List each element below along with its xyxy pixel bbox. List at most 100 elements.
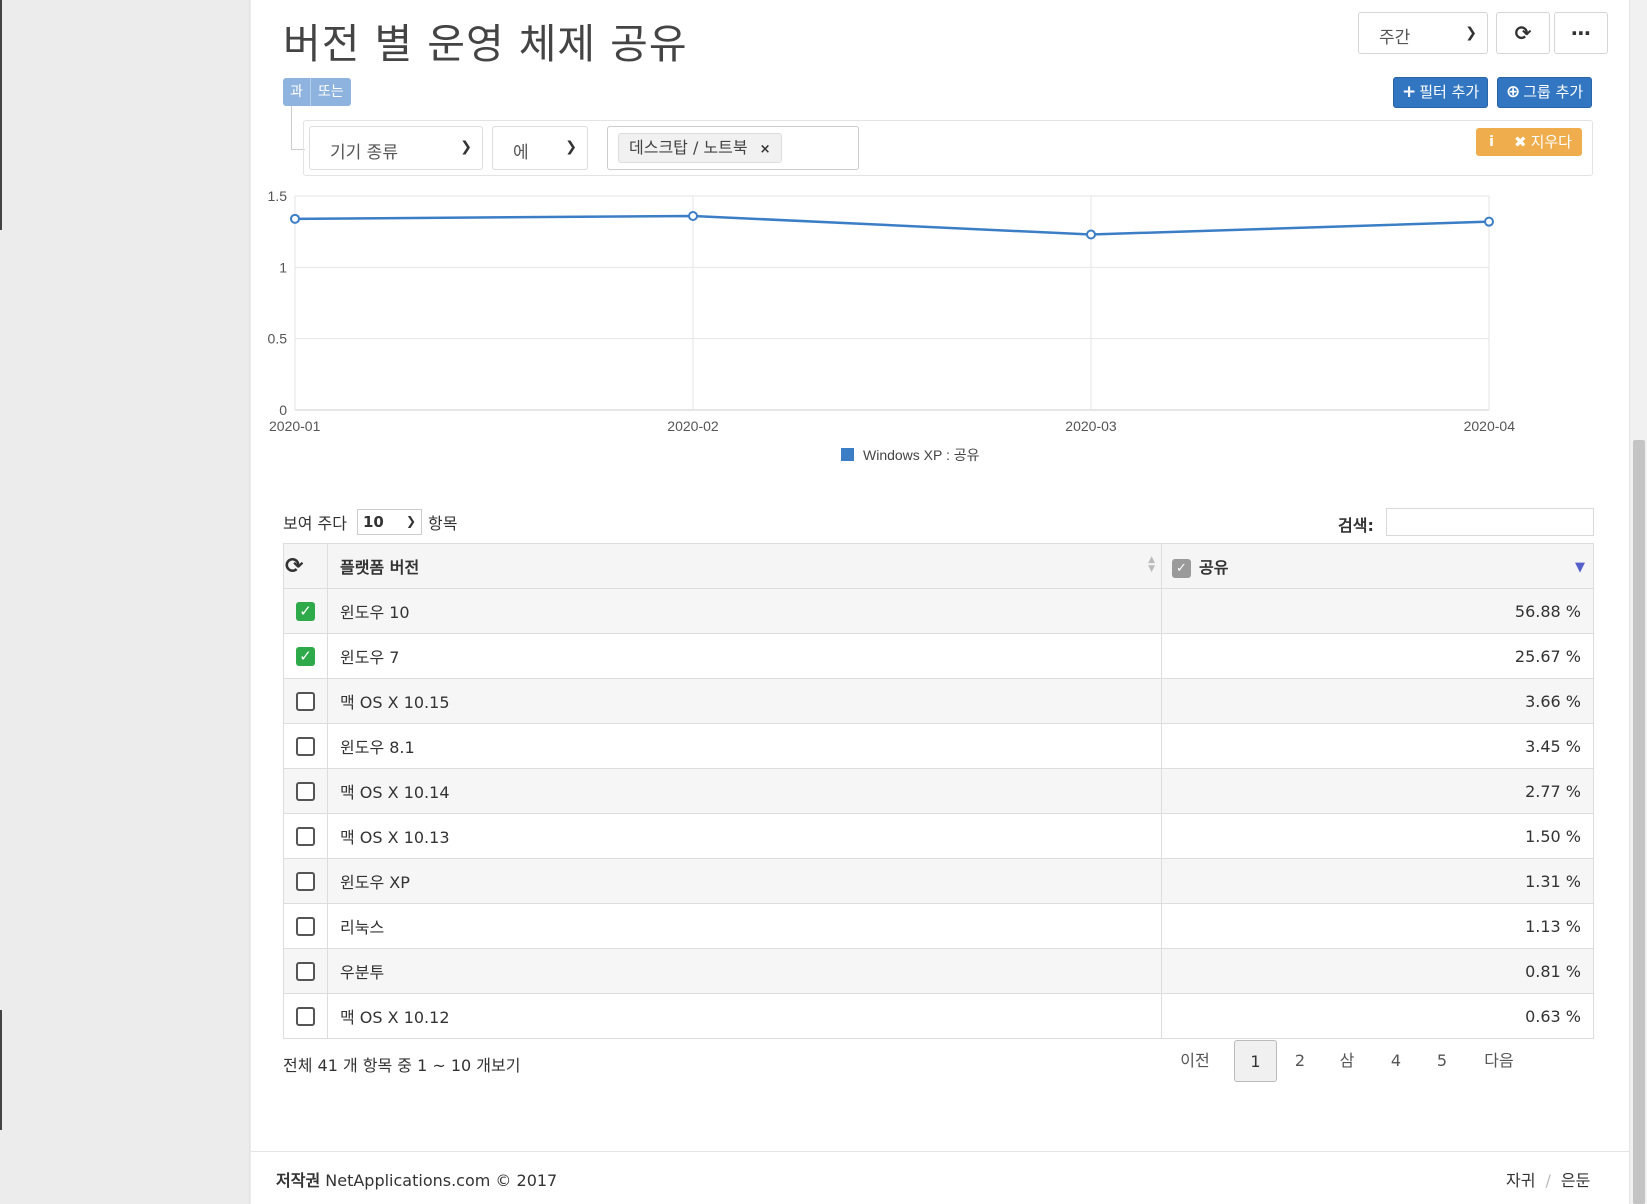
chevron-down-icon: ❯ [405,514,416,528]
pagination-page-2[interactable]: 2 [1281,1040,1319,1082]
logic-and-button[interactable]: 과 [283,78,311,106]
row-checkbox[interactable] [296,917,315,936]
search-input[interactable] [1386,508,1594,536]
column-header-share-label: 공유 [1199,558,1229,577]
table-info: 전체 41 개 항목 중 1 ~ 10 개보기 [283,1056,521,1075]
pagination-next[interactable]: 다음 [1468,1040,1530,1082]
sidebar-edge [0,1010,2,1130]
sidebar-edge [0,0,2,230]
table-row[interactable]: 맥 OS X 10.13 1.50 % [283,813,1594,859]
pagination-page-3[interactable]: 삼 [1327,1040,1367,1082]
share-cell: 1.13 % [1161,903,1594,949]
pagination-prev[interactable]: 이전 [1164,1040,1226,1082]
row-checkbox[interactable] [296,872,315,891]
platform-name-cell: 맥 OS X 10.15 [327,678,1162,724]
row-checkbox[interactable] [296,737,315,756]
share-cell: 1.31 % [1161,858,1594,904]
checkbox-icon: ✓ [1172,559,1191,578]
scrollbar[interactable] [1629,0,1647,1204]
add-group-button[interactable]: ⊕ 그룹 추가 [1497,77,1593,108]
table-row[interactable]: 맥 OS X 10.14 2.77 % [283,768,1594,814]
copyright: 저작권 NetApplications.com © 2017 [276,1167,557,1191]
period-select[interactable]: 주간 ❯ [1358,12,1488,54]
share-cell: 2.77 % [1161,768,1594,814]
search-label: 검색: [1338,516,1374,535]
data-point [1086,229,1096,240]
row-checkbox[interactable] [296,827,315,846]
x-tick-label: 2020-04 [1464,418,1516,434]
row-checkbox-cell [283,993,328,1039]
share-cell: 1.50 % [1161,813,1594,859]
row-checkbox-cell [283,768,328,814]
y-tick-label: 1 [279,259,287,275]
refresh-button[interactable]: ⟳ [1496,12,1550,54]
pagination-page-4[interactable]: 4 [1377,1040,1415,1082]
table-row[interactable]: 윈도우 8.1 3.45 % [283,723,1594,769]
row-checkbox-cell [283,948,328,994]
chevron-down-icon: ❯ [460,139,472,155]
row-checkbox[interactable]: ✓ [296,647,315,666]
row-checkbox[interactable] [296,1007,315,1026]
logic-or-button[interactable]: 또는 [310,78,351,106]
row-checkbox-cell [283,678,328,724]
table-row[interactable]: 윈도우 XP 1.31 % [283,858,1594,904]
row-checkbox-cell [283,723,328,769]
platform-name-cell: 리눅스 [327,903,1162,949]
series-line [294,214,1490,236]
y-tick-label: 0 [279,402,287,418]
row-checkbox[interactable]: ✓ [296,602,315,621]
logic-toggle: 과 또는 [283,78,351,106]
info-icon[interactable]: i [1476,128,1507,156]
footer-link-1[interactable]: 자귀 [1506,1171,1535,1190]
table-row[interactable]: ✓ 윈도우 10 56.88 % [283,588,1594,634]
row-checkbox[interactable] [296,782,315,801]
share-cell: 0.81 % [1161,948,1594,994]
left-sidebar [0,0,250,1204]
column-header-platform-label: 플랫폼 버전 [340,558,420,577]
pagination-page-5[interactable]: 5 [1423,1040,1461,1082]
copyright-text: NetApplications.com © 2017 [325,1171,558,1190]
copyright-label: 저작권 [276,1171,321,1190]
chevron-down-icon: ❯ [565,139,577,155]
tag-remove-icon[interactable]: × [760,142,771,157]
filter-field-select[interactable]: 기기 종류 ❯ [309,126,483,170]
refresh-icon: ⟳ [1514,21,1532,45]
column-header-platform[interactable]: 플랫폼 버전 ▲ ▼ [327,543,1162,589]
add-filter-label: 필터 추가 [1419,83,1480,101]
column-header-share[interactable]: ✓ 공유 ▼ [1161,543,1594,589]
row-checkbox-cell [283,858,328,904]
filter-operator-select[interactable]: 에 ❯ [492,126,588,170]
footer-link-2[interactable]: 은둔 [1561,1171,1590,1190]
refresh-icon: ⟳ [285,553,304,579]
platform-name-cell: 맥 OS X 10.13 [327,813,1162,859]
add-group-label: 그룹 추가 [1523,83,1584,101]
more-options-button[interactable]: ⋯ [1554,12,1608,54]
y-tick-label: 1.5 [268,190,288,204]
reset-selection-header[interactable]: ⟳ [283,543,328,589]
row-checkbox-cell [283,813,328,859]
clear-filter-button[interactable]: ✖ 지우다 [1504,128,1582,156]
page-title: 버전 별 운영 체제 공유 [283,20,688,68]
page-size-value: 10 [363,513,384,531]
table-row[interactable]: 맥 OS X 10.12 0.63 % [283,993,1594,1039]
share-cell: 3.45 % [1161,723,1594,769]
share-cell: 56.88 % [1161,588,1594,634]
table-row[interactable]: 맥 OS X 10.15 3.66 % [283,678,1594,724]
scrollbar-thumb[interactable] [1633,440,1645,1204]
table-row[interactable]: 우분투 0.81 % [283,948,1594,994]
row-checkbox[interactable] [296,692,315,711]
pagination-page-1[interactable]: 1 [1234,1040,1277,1082]
share-cell: 25.67 % [1161,633,1594,679]
add-filter-button[interactable]: + 필터 추가 [1393,77,1489,108]
filter-value-input[interactable]: 데스크탑 / 노트북 × [607,126,859,170]
data-point [1484,216,1494,227]
legend-swatch [841,448,854,461]
table-row[interactable]: 리눅스 1.13 % [283,903,1594,949]
platform-name-cell: 윈도우 XP [327,858,1162,904]
table-row[interactable]: ✓ 윈도우 7 25.67 % [283,633,1594,679]
plus-circle-icon: ⊕ [1506,82,1521,102]
page-size-select[interactable]: 10 ❯ [357,509,422,535]
row-checkbox[interactable] [296,962,315,981]
sort-icon: ▲ ▼ [1148,555,1155,574]
platform-name-cell: 우분투 [327,948,1162,994]
